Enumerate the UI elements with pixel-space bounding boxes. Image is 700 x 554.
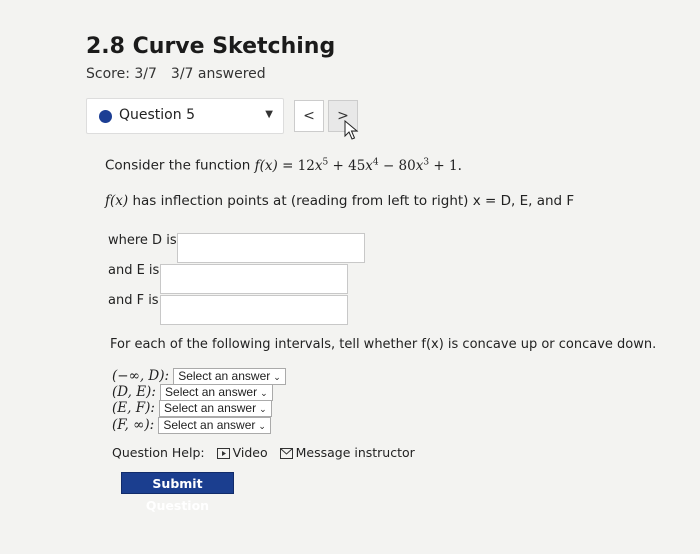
- question-help: Question Help: Video Message instructor: [112, 445, 415, 460]
- interval-row: (−∞, D): Select an answer ⌄: [112, 368, 286, 385]
- score-text: Score: 3/7: [86, 66, 157, 82]
- concavity-select[interactable]: Select an answer ⌄: [160, 384, 273, 401]
- select-value: Select an answer: [164, 401, 257, 415]
- page-title: 2.8 Curve Sketching: [86, 34, 336, 59]
- select-value: Select an answer: [178, 369, 271, 383]
- e-answer-input[interactable]: [160, 264, 348, 294]
- chevron-down-icon: ⌄: [258, 421, 266, 431]
- f-answer-input[interactable]: [160, 295, 348, 325]
- caret-down-icon: ▼: [265, 109, 273, 120]
- select-value: Select an answer: [163, 418, 256, 432]
- fx-symbol: f(x): [105, 193, 129, 209]
- help-label: Question Help:: [112, 445, 205, 460]
- score-line: Score: 3/7 3/7 answered: [86, 66, 266, 82]
- chevron-down-icon: ⌄: [273, 372, 281, 382]
- video-link[interactable]: Video: [216, 445, 268, 460]
- video-link-label: Video: [232, 445, 268, 460]
- concavity-prompt: For each of the following intervals, tel…: [110, 337, 657, 352]
- and-f-label: and F is: [108, 293, 159, 308]
- interval-row: (D, E): Select an answer ⌄: [112, 384, 273, 401]
- mouse-pointer-icon: [344, 120, 359, 140]
- interval-label: (E, F):: [112, 400, 155, 416]
- select-value: Select an answer: [165, 385, 258, 399]
- interval-label: (−∞, D):: [112, 368, 170, 384]
- video-icon: [216, 448, 230, 459]
- concavity-select[interactable]: Select an answer ⌄: [159, 400, 272, 417]
- chevron-down-icon: ⌄: [259, 404, 267, 414]
- function-expression: f(x) = 12x5 + 45x4 − 80x3 + 1.: [254, 157, 462, 174]
- interval-row: (E, F): Select an answer ⌄: [112, 400, 272, 417]
- previous-question-button[interactable]: <: [294, 100, 324, 132]
- question-selector[interactable]: Question 5 ▼: [86, 98, 284, 134]
- message-instructor-link[interactable]: Message instructor: [279, 445, 415, 460]
- message-link-label: Message instructor: [295, 445, 415, 460]
- function-statement: Consider the function f(x) = 12x5 + 45x4…: [105, 157, 462, 174]
- interval-label: (D, E):: [112, 384, 156, 400]
- concavity-select[interactable]: Select an answer ⌄: [158, 417, 271, 434]
- where-d-label: where D is: [108, 233, 177, 248]
- interval-row: (F, ∞): Select an answer ⌄: [112, 417, 271, 434]
- interval-label: (F, ∞):: [112, 417, 155, 433]
- chevron-down-icon: ⌄: [260, 388, 268, 398]
- concavity-select[interactable]: Select an answer ⌄: [173, 368, 286, 385]
- question-selector-label: Question 5: [119, 107, 195, 123]
- status-dot-icon: [99, 110, 112, 123]
- and-e-label: and E is: [108, 263, 160, 278]
- inflection-statement: f(x) has inflection points at (reading f…: [105, 193, 574, 209]
- intro-text: Consider the function: [105, 157, 251, 174]
- d-answer-input[interactable]: [177, 233, 365, 263]
- answered-text: 3/7 answered: [170, 66, 266, 82]
- inflection-text: has inflection points at (reading from l…: [132, 193, 575, 209]
- envelope-icon: [279, 448, 293, 459]
- submit-question-button[interactable]: Submit Question: [121, 472, 234, 513]
